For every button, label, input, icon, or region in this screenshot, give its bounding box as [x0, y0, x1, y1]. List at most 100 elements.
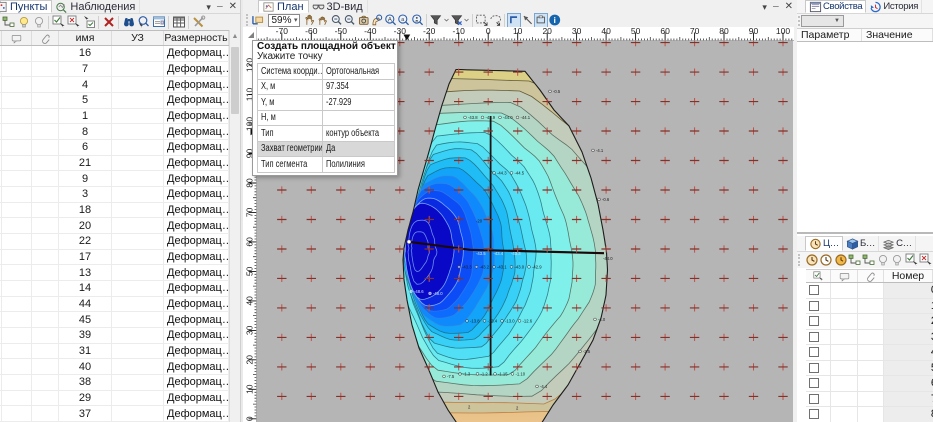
mid-minimize-icon[interactable]: ─: [773, 1, 779, 13]
select-lasso-icon[interactable]: [489, 13, 503, 28]
info-icon[interactable]: i: [548, 13, 562, 28]
find-icon[interactable]: [121, 15, 136, 30]
dialog-row-0[interactable]: Система коорди…Ортогональная: [258, 64, 395, 80]
points-row-1[interactable]: 7Деформац…: [0, 62, 229, 78]
mid-menu-arrow-icon[interactable]: ▾: [762, 1, 767, 13]
dialog-row-2[interactable]: Y, м-27.929: [258, 95, 395, 111]
points-row-20[interactable]: 40Деформац…: [0, 359, 229, 375]
catalog-tab-1[interactable]: Б…: [843, 236, 879, 251]
points-row-0[interactable]: 16Деформац…: [0, 46, 229, 62]
points-row-19[interactable]: 31Деформац…: [0, 344, 229, 360]
catalog-tab-0[interactable]: Ц…: [805, 236, 843, 251]
row-checkbox[interactable]: [809, 332, 819, 342]
catalog-row-6[interactable]: 6: [806, 376, 933, 392]
points-row-17[interactable]: 45Деформац…: [0, 312, 229, 328]
zoom-in-icon[interactable]: [343, 13, 357, 28]
bulb-off-icon[interactable]: [31, 15, 46, 30]
catalog-tab-2[interactable]: С…: [879, 236, 916, 251]
tree-view2-icon[interactable]: [862, 253, 876, 268]
points-header-col-attachment[interactable]: [32, 31, 59, 45]
points-row-14[interactable]: 13Деформац…: [0, 265, 229, 281]
catalog-row-8[interactable]: 8: [806, 407, 933, 422]
find-select-icon[interactable]: [136, 15, 151, 30]
points-row-22[interactable]: 29Деформац…: [0, 391, 229, 407]
dialog-row-6[interactable]: Тип сегментаПолилиния: [258, 157, 395, 173]
select-rect-icon[interactable]: [475, 13, 489, 28]
catalog-row-7[interactable]: 7: [806, 392, 933, 408]
left-tab-0[interactable]: Пункты: [0, 0, 52, 13]
row-checkbox[interactable]: [809, 347, 819, 357]
row-checkbox[interactable]: [809, 285, 819, 295]
row-checkbox[interactable]: [809, 394, 819, 404]
left-scrollbar[interactable]: ▲: [229, 30, 240, 422]
points-row-15[interactable]: 14Деформац…: [0, 281, 229, 297]
dialog-row-5[interactable]: Захват геометрииДа: [258, 141, 395, 157]
dialog-row-1[interactable]: X, м97.354: [258, 79, 395, 95]
points-row-11[interactable]: 20Деформац…: [0, 218, 229, 234]
table-settings-icon[interactable]: [171, 15, 186, 30]
row-checkbox[interactable]: [809, 363, 819, 373]
catalog-row-0[interactable]: 0: [806, 283, 933, 299]
dialog-row-3[interactable]: Н, м: [258, 110, 395, 126]
catalog-row-1[interactable]: 1: [806, 299, 933, 315]
bulb-on-icon[interactable]: [16, 15, 31, 30]
points-header-col-comment[interactable]: [2, 31, 32, 45]
points-row-21[interactable]: 38Деформац…: [0, 375, 229, 391]
points-header-col-uz[interactable]: УЗ: [112, 31, 164, 45]
catalog-header-col-comment[interactable]: [831, 270, 858, 282]
zoom-out-icon[interactable]: [330, 13, 344, 28]
bulb-off-icon[interactable]: [890, 253, 904, 268]
points-row-6[interactable]: 6Деформац…: [0, 140, 229, 156]
create-area-object-dialog[interactable]: Создать площадной объект Укажите точку С…: [252, 40, 398, 176]
pan-icon[interactable]: [303, 13, 317, 28]
points-row-4[interactable]: 1Деформац…: [0, 109, 229, 125]
points-row-13[interactable]: 17Деформац…: [0, 250, 229, 266]
points-row-8[interactable]: 9Деформац…: [0, 171, 229, 187]
points-row-3[interactable]: 5Деформац…: [0, 93, 229, 109]
ortho-mode-icon[interactable]: [507, 13, 521, 28]
catalog-row-4[interactable]: 4: [806, 345, 933, 361]
zoom-selected-icon[interactable]: [411, 13, 425, 28]
properties-filter-combo[interactable]: ▼: [801, 15, 844, 27]
row-checkbox[interactable]: [809, 409, 819, 419]
cycles-all-icon[interactable]: [819, 253, 833, 268]
left-scrollbar-thumb[interactable]: [231, 47, 239, 114]
form-view-icon[interactable]: [151, 15, 166, 30]
points-row-10[interactable]: 18Деформац…: [0, 203, 229, 219]
delete-icon[interactable]: [101, 15, 116, 30]
select-checked-icon[interactable]: [51, 15, 66, 30]
pan-realtime-icon[interactable]: [316, 13, 330, 28]
invert-selection-icon[interactable]: [81, 15, 96, 30]
rect-mode-icon[interactable]: [534, 13, 548, 28]
row-checkbox[interactable]: [809, 378, 819, 388]
zoom-fit-icon[interactable]: [251, 13, 265, 28]
points-header-col-name[interactable]: имя: [59, 31, 112, 45]
mid-close-icon[interactable]: ✕: [785, 1, 793, 13]
column-param[interactable]: Параметр: [797, 29, 862, 41]
bulb-on-icon[interactable]: [876, 253, 890, 268]
points-row-2[interactable]: 4Деформац…: [0, 77, 229, 93]
left-minimize-icon[interactable]: ─: [217, 1, 223, 13]
row-checkbox[interactable]: [809, 301, 819, 311]
scale-up-icon[interactable]: A: [384, 13, 398, 28]
left-menu-arrow-icon[interactable]: ▾: [206, 1, 211, 13]
select-checked-icon[interactable]: [905, 253, 919, 268]
catalog-header-col-check[interactable]: [806, 270, 831, 282]
points-row-7[interactable]: 21Деформац…: [0, 156, 229, 172]
catalog-header-col-number[interactable]: Номер: [884, 270, 933, 282]
dialog-row-4[interactable]: Типконтур объекта: [258, 126, 395, 142]
deselect-icon[interactable]: [919, 253, 933, 268]
scale-down-icon[interactable]: a: [397, 13, 411, 28]
points-header-col-dimension[interactable]: Размерность: [164, 31, 229, 45]
zoom-previous-icon[interactable]: [357, 13, 371, 28]
cycles-current-icon[interactable]: [833, 253, 847, 268]
scroll-up-icon[interactable]: ▲: [230, 30, 240, 44]
zoom-level-combo[interactable]: 59%▾: [268, 14, 300, 27]
left-close-icon[interactable]: ✕: [229, 1, 237, 13]
points-row-16[interactable]: 44Деформац…: [0, 297, 229, 313]
tree-view-icon[interactable]: [848, 253, 862, 268]
points-row-23[interactable]: 37Деформац…: [0, 406, 229, 422]
zoom-window-icon[interactable]: [370, 13, 384, 28]
mid-tab-1[interactable]: 3D-вид: [309, 0, 368, 13]
points-row-9[interactable]: 3Деформац…: [0, 187, 229, 203]
